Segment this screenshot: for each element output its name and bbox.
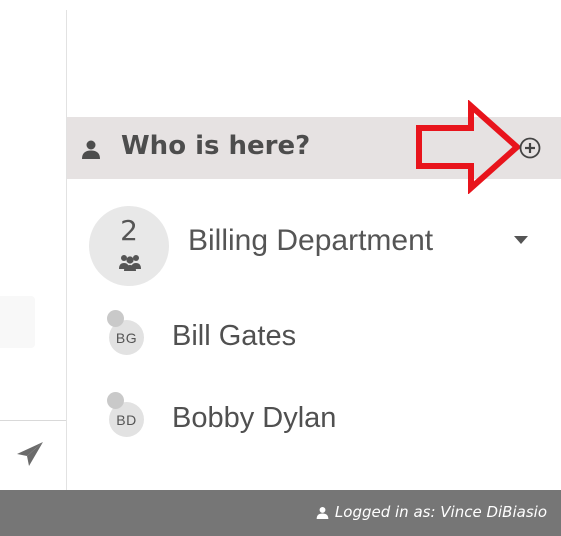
red-arrow-icon [416,100,522,194]
footer-bar: Logged in as: Vince DiBiasio [0,490,561,536]
group-member-count: 2 [120,214,138,247]
user-name: Bobby Dylan [172,402,337,434]
group-billing-department[interactable]: 2 Billing Department [67,196,561,291]
users-icon [119,255,141,271]
paper-plane-icon [17,442,43,466]
caret-down-icon[interactable] [513,234,529,246]
send-button[interactable] [8,434,52,474]
plus-circle-icon[interactable] [519,137,541,159]
user-row-bill-gates[interactable]: BG Bill Gates [67,306,561,366]
logged-in-label: Logged in as: Vince DiBiasio [334,503,547,521]
who-is-here-panel: Who is here? 2 Billing Department BG Bil… [67,0,561,490]
user-icon [316,506,329,519]
user-name: Bill Gates [172,320,297,352]
presence-status-dot [107,310,124,327]
logged-in-status: Logged in as: Vince DiBiasio [316,503,547,521]
chat-composer-area [0,0,67,490]
group-count-badge: 2 [89,206,169,286]
message-input[interactable] [0,296,35,348]
user-row-bobby-dylan[interactable]: BD Bobby Dylan [67,388,561,448]
composer-divider [0,420,67,421]
who-is-here-title: Who is here? [121,131,311,161]
user-icon [82,140,100,159]
group-name: Billing Department [188,224,434,257]
presence-status-dot [107,392,124,409]
